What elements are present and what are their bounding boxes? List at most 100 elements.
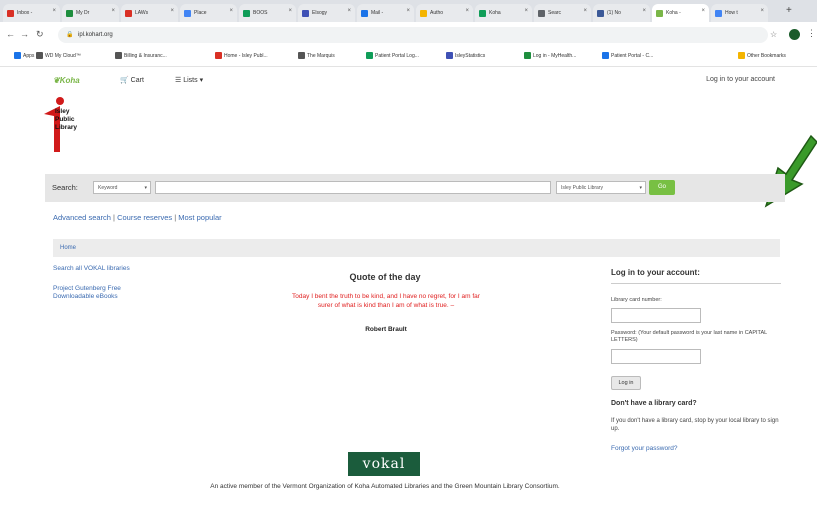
search-vokal-link[interactable]: Search all VOKAL libraries xyxy=(53,265,163,273)
tab-label: Koha - xyxy=(666,10,681,16)
bookmark-item[interactable]: IsleyStatistics xyxy=(446,52,485,59)
url-field[interactable]: 🔒 ipl.kohart.org xyxy=(58,27,768,43)
new-tab-button[interactable]: + xyxy=(786,5,792,16)
library-logo[interactable]: Isley Public Library xyxy=(40,96,102,154)
tab-label: How t xyxy=(725,10,738,16)
bookmarks-bar: Apps WD My Cloud™ Billing & Insuranc... Hom… xyxy=(0,48,817,67)
browser-tab[interactable]: Searc × xyxy=(534,4,591,22)
browser-tab[interactable]: BOOS × xyxy=(239,4,296,22)
lock-icon: 🔒 xyxy=(66,32,74,38)
bookmark-item[interactable]: Patient Portal Log... xyxy=(366,52,419,59)
tab-favicon-icon xyxy=(66,9,73,17)
bookmark-item[interactable]: Log in - MyHealth... xyxy=(524,52,576,59)
bookmark-favicon-icon xyxy=(446,52,453,59)
koha-logo[interactable]: ❦Koha xyxy=(53,76,80,85)
url-text: ipl.kohart.org xyxy=(78,32,113,38)
link-separator: | xyxy=(174,213,177,222)
bookmark-item[interactable]: Apps xyxy=(14,52,34,59)
close-tab-icon[interactable]: × xyxy=(583,8,587,14)
back-icon[interactable]: ← xyxy=(6,29,15,39)
gutenberg-link[interactable]: Project Gutenberg Free Downloadable eBoo… xyxy=(53,285,163,301)
tab-favicon-icon xyxy=(184,9,191,17)
browser-tab[interactable]: How t × xyxy=(711,4,768,22)
bookmark-label: Home - Isley Publ... xyxy=(224,52,268,59)
bookmark-favicon-icon xyxy=(115,52,122,59)
close-tab-icon[interactable]: × xyxy=(52,8,56,14)
library-logo-line3: Library xyxy=(55,124,78,131)
bookmark-item[interactable]: WD My Cloud™ xyxy=(36,52,81,59)
bookmark-item[interactable]: The Marquis xyxy=(298,52,335,59)
browser-tab[interactable]: Inbox - × xyxy=(3,4,60,22)
close-tab-icon[interactable]: × xyxy=(642,8,646,14)
card-number-input[interactable] xyxy=(611,308,701,323)
tab-label: LAWs xyxy=(135,10,149,16)
tab-favicon-icon xyxy=(479,9,486,17)
browser-tab[interactable]: Mail - × xyxy=(357,4,414,22)
tab-favicon-icon xyxy=(715,9,722,17)
link-separator: | xyxy=(113,213,115,222)
search-type-select[interactable]: Keyword ▾ xyxy=(93,181,151,194)
lists-link[interactable]: ☰ Lists ▾ xyxy=(175,76,203,84)
advanced-search-link[interactable]: Advanced search xyxy=(53,213,111,222)
bookmark-favicon-icon xyxy=(298,52,305,59)
breadcrumb-home-link[interactable]: Home xyxy=(60,245,76,251)
most-popular-link[interactable]: Most popular xyxy=(178,213,221,222)
card-number-label: Library card number: xyxy=(611,297,662,303)
browser-tab[interactable]: Autho × xyxy=(416,4,473,22)
library-select[interactable]: Isley Public Library ▾ xyxy=(556,181,646,194)
bookmark-star-icon[interactable]: ☆ xyxy=(770,30,777,39)
forward-icon[interactable]: → xyxy=(20,29,29,39)
bookmark-item[interactable]: Billing & Insuranc... xyxy=(115,52,167,59)
login-panel-title: Log in to your account: xyxy=(611,268,781,284)
library-logo-line2: Public xyxy=(55,116,75,123)
browser-tab[interactable]: My Dr × xyxy=(62,4,119,22)
close-tab-icon[interactable]: × xyxy=(701,8,705,14)
bookmark-favicon-icon xyxy=(14,52,21,59)
no-card-text: If you don't have a library card, stop b… xyxy=(611,418,779,432)
tab-label: Place xyxy=(194,10,207,16)
search-bar: Search: Keyword ▾ Isley Public Library ▾ G… xyxy=(45,174,785,202)
browser-menu-icon[interactable]: ⋮ xyxy=(807,28,816,39)
list-icon: ☰ xyxy=(175,77,182,84)
reload-icon[interactable]: ↻ xyxy=(36,29,44,40)
login-top-link[interactable]: Log in to your account xyxy=(706,76,775,83)
course-reserves-link[interactable]: Course reserves xyxy=(117,213,172,222)
browser-tab[interactable]: Koha × xyxy=(475,4,532,22)
browser-tab[interactable]: (1) No × xyxy=(593,4,650,22)
browser-tab[interactable]: Koha - × xyxy=(652,4,709,22)
bookmark-item[interactable]: Patient Portal - C... xyxy=(602,52,653,59)
close-tab-icon[interactable]: × xyxy=(347,8,351,14)
bookmark-favicon-icon xyxy=(366,52,373,59)
login-panel: Log in to your account: Library card num… xyxy=(611,268,781,452)
search-input[interactable] xyxy=(155,181,551,194)
close-tab-icon[interactable]: × xyxy=(760,8,764,14)
close-tab-icon[interactable]: × xyxy=(288,8,292,14)
bookmark-label: The Marquis xyxy=(307,52,335,59)
tab-favicon-icon xyxy=(125,9,132,17)
tab-label: Elsogy xyxy=(312,10,328,16)
vokal-logo[interactable]: vokal xyxy=(348,452,422,478)
bookmark-label: Apps xyxy=(23,52,35,59)
quote-author: Robert Brault xyxy=(365,326,407,333)
close-tab-icon[interactable]: × xyxy=(111,8,115,14)
bookmark-item[interactable]: Home - Isley Publ... xyxy=(215,52,268,59)
tab-favicon-icon xyxy=(656,9,663,17)
login-button[interactable]: Log in xyxy=(611,376,641,390)
go-button[interactable]: Go xyxy=(649,180,675,195)
close-tab-icon[interactable]: × xyxy=(524,8,528,14)
browser-tab[interactable]: Place × xyxy=(180,4,237,22)
password-input[interactable] xyxy=(611,349,701,364)
close-tab-icon[interactable]: × xyxy=(170,8,174,14)
cart-link[interactable]: 🛒 Cart xyxy=(120,76,144,84)
browser-tab[interactable]: Elsogy × xyxy=(298,4,355,22)
browser-tab[interactable]: LAWs × xyxy=(121,4,178,22)
close-tab-icon[interactable]: × xyxy=(465,8,469,14)
profile-avatar[interactable] xyxy=(789,29,800,40)
bookmark-favicon-icon xyxy=(602,52,609,59)
bookmark-item[interactable]: Other Bookmarks xyxy=(738,52,786,59)
close-tab-icon[interactable]: × xyxy=(229,8,233,14)
tab-label: Autho xyxy=(430,10,444,16)
close-tab-icon[interactable]: × xyxy=(406,8,410,14)
bookmark-label: Log in - MyHealth... xyxy=(533,52,577,59)
forgot-password-link[interactable]: Forgot your password? xyxy=(611,445,781,452)
